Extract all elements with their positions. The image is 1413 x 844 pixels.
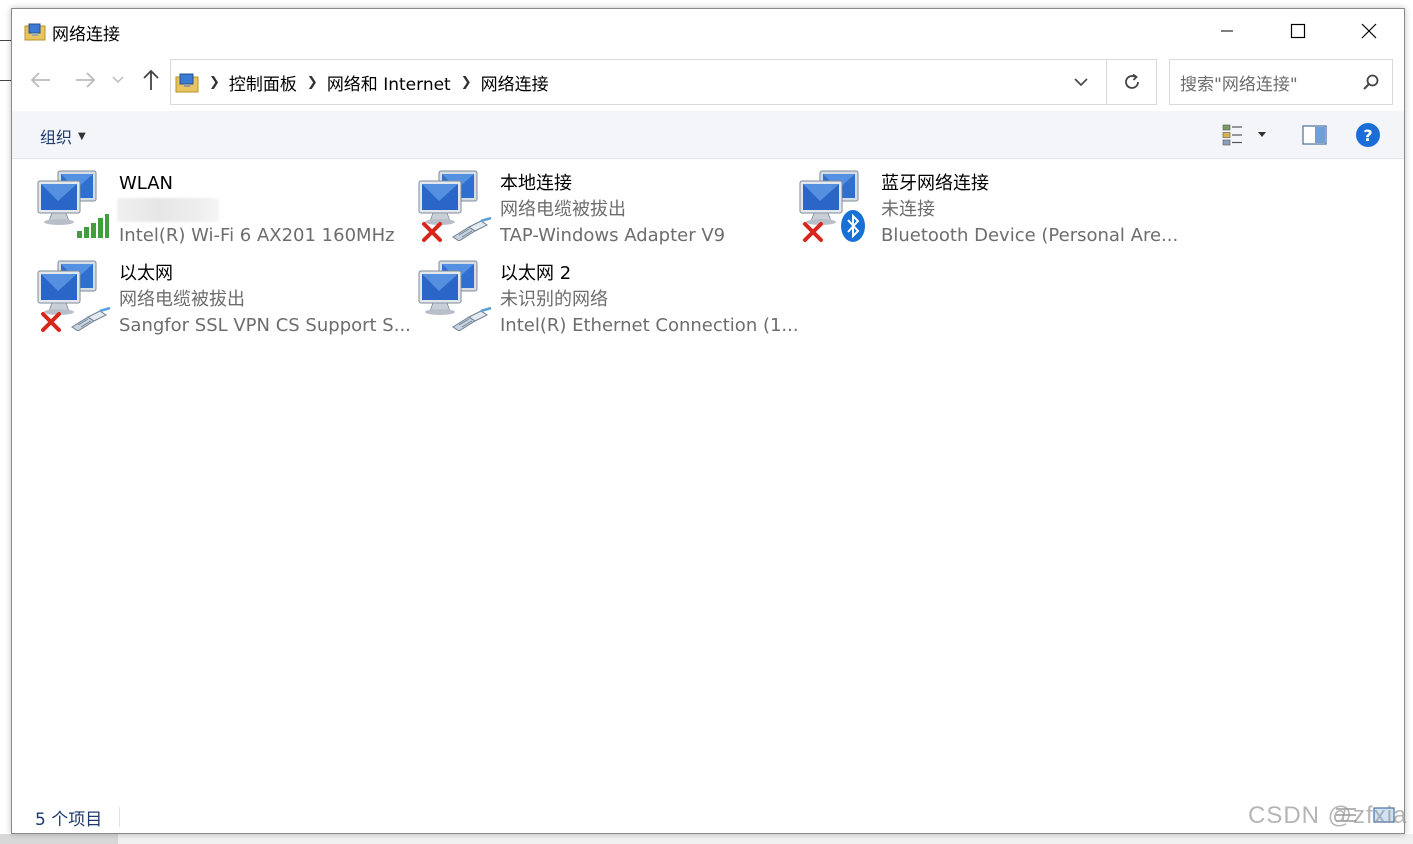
- status-bar: 5 个项目: [12, 801, 1404, 835]
- breadcrumb-control-panel[interactable]: 控制面板: [229, 70, 297, 95]
- search-icon[interactable]: [1356, 73, 1386, 91]
- arrow-right-icon: [76, 72, 96, 88]
- redacted-status: [117, 198, 219, 222]
- connection-status: 未识别的网络: [500, 289, 608, 310]
- ethernet-cable-icon: [452, 217, 492, 241]
- connection-item[interactable]: 以太网 网络电缆被拔出 Sangfor SSL VPN CS Support S…: [12, 249, 411, 336]
- status-divider: [119, 807, 120, 827]
- refresh-button[interactable]: [1107, 59, 1157, 105]
- maximize-icon: [1290, 23, 1306, 39]
- organize-label: 组织: [40, 128, 73, 147]
- help-button[interactable]: ?: [1356, 123, 1380, 147]
- background-taskbar-strip: [0, 834, 118, 844]
- arrow-left-icon: [30, 72, 50, 88]
- chevron-down-icon: [1074, 77, 1088, 86]
- change-view-button[interactable]: [1222, 122, 1278, 148]
- network-connections-window: 网络连接 ❯ 控制面板 ❯ 网络和 Internet ❯ 网络连接 搜索"网络连…: [11, 8, 1405, 834]
- command-bar: 组织 ▼ ?: [12, 111, 1404, 159]
- connection-device: Bluetooth Device (Personal Are...: [881, 225, 1179, 246]
- breadcrumb-network-connections[interactable]: 网络连接: [481, 70, 549, 95]
- connection-device: Intel(R) Ethernet Connection (1...: [500, 315, 799, 336]
- connection-status: 网络电缆被拔出: [500, 199, 626, 220]
- disconnected-x-icon: [422, 222, 442, 242]
- ethernet-cable-icon: [452, 307, 492, 331]
- caret-down-icon: ▼: [78, 130, 86, 142]
- search-input[interactable]: 搜索"网络连接": [1180, 70, 1356, 95]
- recent-locations-button[interactable]: [108, 65, 128, 95]
- connection-device: Intel(R) Wi-Fi 6 AX201 160MHz: [119, 225, 395, 246]
- item-count: 5 个项目: [35, 810, 103, 830]
- connection-name: 蓝牙网络连接: [881, 173, 989, 194]
- chevron-down-icon: [112, 76, 124, 84]
- bluetooth-icon: [841, 210, 865, 242]
- connection-item[interactable]: 以太网 2 未识别的网络 Intel(R) Ethernet Connectio…: [393, 249, 799, 336]
- disconnected-x-icon: [803, 222, 823, 242]
- wifi-signal-icon: [77, 214, 109, 238]
- connection-item[interactable]: WLAN Intel(R) Wi-Fi 6 AX201 160MHz: [12, 159, 395, 246]
- watermark-text: CSDN @zfxia: [1248, 802, 1408, 829]
- ethernet-cable-icon: [71, 307, 111, 331]
- maximize-button[interactable]: [1263, 9, 1333, 53]
- background-taskbar-strip: [0, 834, 1413, 844]
- connection-name: 以太网: [119, 263, 173, 284]
- network-folder-icon: [24, 23, 46, 41]
- connection-name: 本地连接: [500, 173, 572, 194]
- connection-name: 以太网 2: [500, 263, 572, 284]
- connection-item[interactable]: 本地连接 网络电缆被拔出 TAP-Windows Adapter V9: [393, 159, 763, 246]
- title-bar[interactable]: 网络连接: [12, 9, 1404, 53]
- window-title: 网络连接: [52, 25, 120, 45]
- forward-button[interactable]: [70, 65, 100, 95]
- breadcrumb-network-internet[interactable]: 网络和 Internet: [327, 70, 451, 95]
- details-view-icon: [1222, 124, 1242, 146]
- network-folder-icon: [175, 73, 199, 93]
- disconnected-x-icon: [41, 312, 61, 332]
- help-icon: ?: [1363, 125, 1373, 145]
- breadcrumb-separator-icon[interactable]: ❯: [307, 75, 318, 90]
- back-button[interactable]: [26, 65, 56, 95]
- connection-status: 网络电缆被拔出: [119, 289, 245, 310]
- breadcrumb-separator-icon[interactable]: ❯: [209, 75, 220, 90]
- caret-down-icon: [1258, 132, 1266, 137]
- search-box[interactable]: 搜索"网络连接": [1169, 59, 1393, 105]
- organize-menu-button[interactable]: 组织 ▼: [40, 124, 86, 148]
- connection-item[interactable]: 蓝牙网络连接 未连接 Bluetooth Device (Personal Ar…: [774, 159, 1178, 246]
- connections-list: WLAN Intel(R) Wi-Fi 6 AX201 160MHz 本地连接 …: [12, 159, 1404, 799]
- preview-pane-icon[interactable]: [1302, 124, 1328, 146]
- connection-status: [117, 197, 395, 223]
- connection-device: Sangfor SSL VPN CS Support S...: [119, 315, 411, 336]
- arrow-up-icon: [143, 69, 159, 90]
- connection-status: 未连接: [881, 199, 935, 220]
- breadcrumb-separator-icon[interactable]: ❯: [461, 75, 472, 90]
- address-history-button[interactable]: [1056, 60, 1106, 104]
- connection-device: TAP-Windows Adapter V9: [500, 225, 726, 246]
- minimize-icon: [1221, 30, 1233, 32]
- up-button[interactable]: [136, 65, 166, 95]
- minimize-button[interactable]: [1192, 9, 1262, 53]
- navigation-bar: ❯ 控制面板 ❯ 网络和 Internet ❯ 网络连接 搜索"网络连接": [12, 57, 1404, 107]
- close-icon: [1361, 23, 1377, 39]
- connection-name: WLAN: [119, 173, 174, 194]
- close-button[interactable]: [1334, 9, 1404, 53]
- refresh-icon: [1124, 73, 1139, 89]
- address-bar[interactable]: ❯ 控制面板 ❯ 网络和 Internet ❯ 网络连接: [170, 59, 1107, 105]
